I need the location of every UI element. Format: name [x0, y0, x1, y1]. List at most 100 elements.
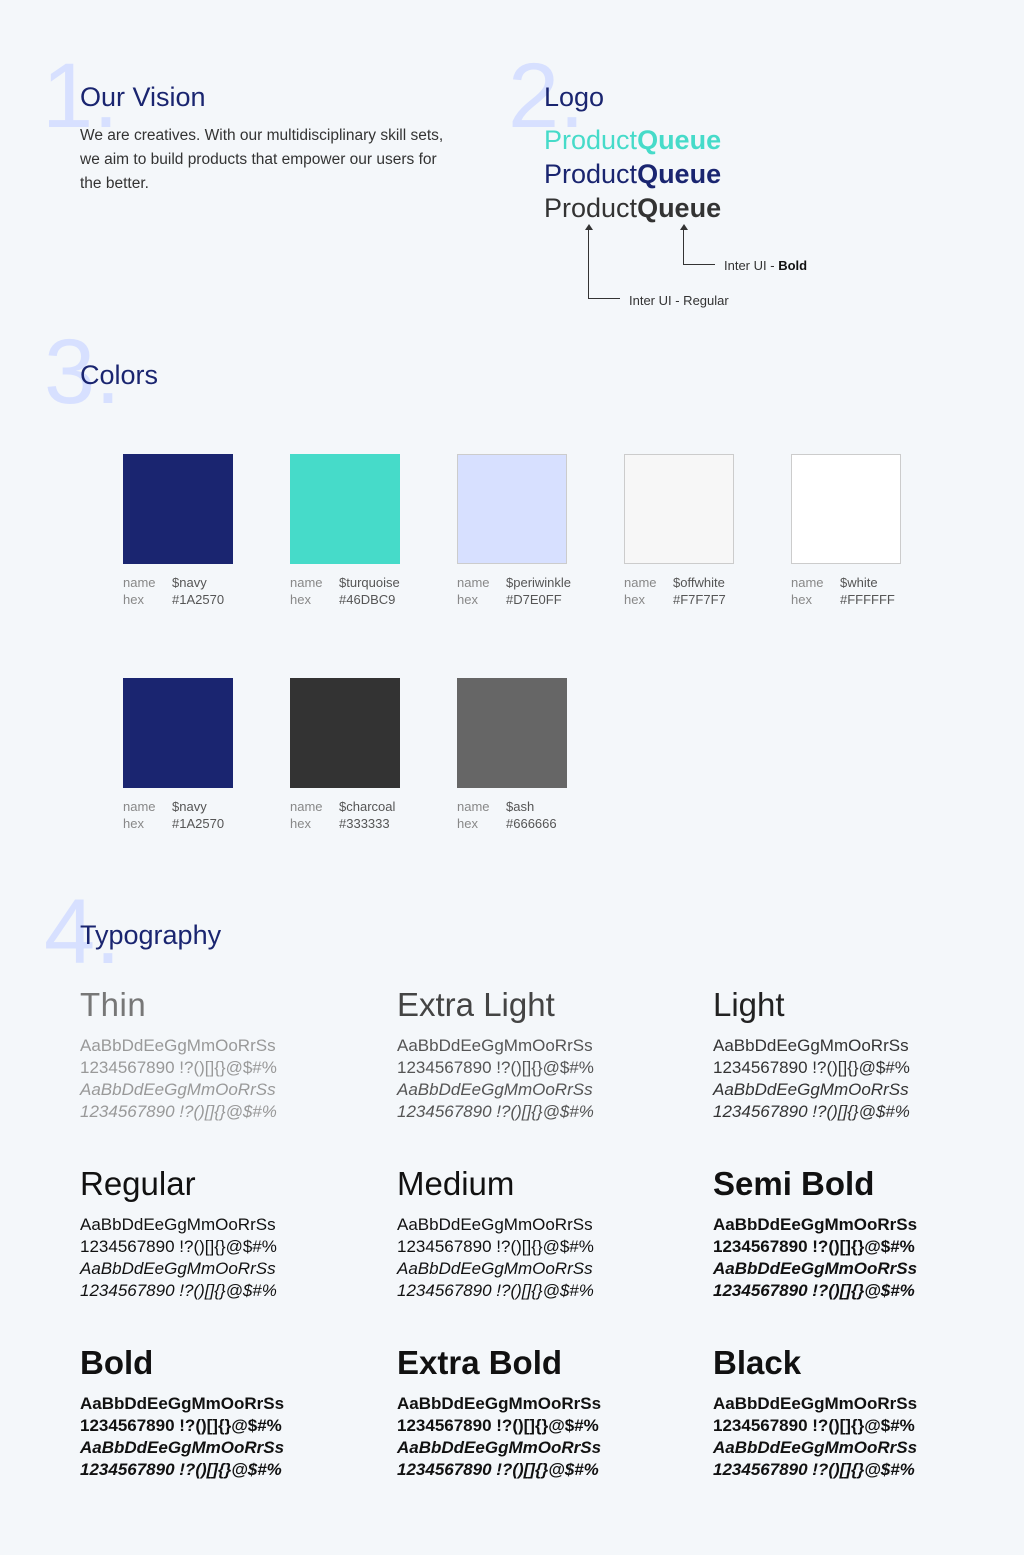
swatch-info: name $offwhite hex #F7F7F7 — [624, 574, 726, 608]
annotation-line — [588, 229, 589, 299]
sample-symbols: 1234567890 !?()[]{}@$#% — [397, 1416, 599, 1435]
swatch-name-value: $charcoal — [339, 799, 396, 814]
sample-symbols-italic: 1234567890 !?()[]{}@$#% — [80, 1102, 277, 1121]
swatch-name-label: name — [791, 575, 824, 590]
sample-symbols-italic: 1234567890 !?()[]{}@$#% — [397, 1281, 594, 1300]
vision-text: We are creatives. With our multidiscipli… — [80, 127, 444, 192]
sample-symbols-italic: 1234567890 !?()[]{}@$#% — [713, 1102, 910, 1121]
weight-sample: AaBbDdEeGgMmOoRrSs 1234567890 !?()[]{}@$#… — [713, 1035, 1013, 1123]
swatch-name-label: name — [457, 799, 490, 814]
weight-name: Light — [713, 986, 785, 1023]
sample-letters-italic: AaBbDdEeGgMmOoRrSs — [80, 1259, 276, 1278]
annotation-bold-prefix: Inter UI - — [724, 258, 779, 273]
sample-symbols: 1234567890 !?()[]{}@$#% — [80, 1058, 277, 1077]
sample-letters: AaBbDdEeGgMmOoRrSs — [713, 1215, 918, 1234]
swatch-name-value: $ash — [506, 799, 535, 814]
color-swatch — [791, 454, 901, 564]
weight-name: Regular — [80, 1165, 196, 1202]
type-specimen: Extra Light AaBbDdEeGgMmOoRrSs 1234567890 … — [397, 988, 697, 1123]
arrow-up-icon — [585, 224, 593, 230]
color-swatch — [290, 678, 400, 788]
sample-letters: AaBbDdEeGgMmOoRrSs — [713, 1036, 909, 1055]
sample-letters-italic: AaBbDdEeGgMmOoRrSs — [397, 1080, 593, 1099]
swatch-hex-value: #666666 — [506, 816, 557, 831]
logo-product-text: Product — [544, 125, 638, 155]
sample-letters-italic: AaBbDdEeGgMmOoRrSs — [713, 1438, 918, 1457]
sample-letters: AaBbDdEeGgMmOoRrSs — [80, 1036, 276, 1055]
sample-symbols: 1234567890 !?()[]{}@$#% — [713, 1237, 915, 1256]
weight-sample: AaBbDdEeGgMmOoRrSs 1234567890 !?()[]{}@$#… — [397, 1214, 697, 1302]
annotation-bold-weight: Bold — [778, 258, 808, 273]
vision-title: Our Vision — [80, 82, 206, 112]
logo-queue-text: Queue — [637, 159, 722, 189]
logo-queue-text: Queue — [637, 193, 722, 223]
swatch-name-label: name — [457, 575, 490, 590]
swatch-hex-value: #F7F7F7 — [673, 592, 726, 607]
sample-symbols-italic: 1234567890 !?()[]{}@$#% — [80, 1281, 277, 1300]
swatch-hex-value: #D7E0FF — [506, 592, 562, 607]
sample-symbols: 1234567890 !?()[]{}@$#% — [713, 1058, 910, 1077]
swatch-hex-label: hex — [457, 592, 478, 607]
weight-sample: AaBbDdEeGgMmOoRrSs 1234567890 !?()[]{}@$#… — [713, 1393, 1013, 1481]
type-specimen: Light AaBbDdEeGgMmOoRrSs 1234567890 !?()[]… — [713, 988, 1013, 1123]
sample-symbols: 1234567890 !?()[]{}@$#% — [397, 1237, 594, 1256]
annotation-line — [683, 229, 684, 265]
colors-title: Colors — [80, 360, 159, 390]
weight-name: Extra Bold — [397, 1344, 563, 1381]
swatch-hex-value: #FFFFFF — [840, 592, 895, 607]
sample-symbols: 1234567890 !?()[]{}@$#% — [80, 1237, 277, 1256]
type-specimen: Black AaBbDdEeGgMmOoRrSs 1234567890 !?()[]… — [713, 1346, 1013, 1481]
sample-symbols: 1234567890 !?()[]{}@$#% — [713, 1416, 915, 1435]
logo-product-text: Product — [544, 159, 638, 189]
sample-letters-italic: AaBbDdEeGgMmOoRrSs — [397, 1259, 593, 1278]
swatch-hex-label: hex — [457, 816, 478, 831]
swatch-name-value: $navy — [172, 799, 207, 814]
swatch-info: name $white hex #FFFFFF — [791, 574, 895, 608]
swatch-name-label: name — [123, 575, 156, 590]
sample-letters: AaBbDdEeGgMmOoRrSs — [397, 1215, 593, 1234]
logo-title: Logo — [544, 82, 605, 112]
swatch-info: name $turquoise hex #46DBC9 — [290, 574, 400, 608]
weight-name: Medium — [397, 1165, 515, 1202]
sample-letters: AaBbDdEeGgMmOoRrSs — [80, 1394, 285, 1413]
sample-letters-italic: AaBbDdEeGgMmOoRrSs — [80, 1438, 285, 1457]
weight-name: Semi Bold — [713, 1165, 875, 1202]
swatch-info: name $periwinkle hex #D7E0FF — [457, 574, 571, 608]
sample-symbols-italic: 1234567890 !?()[]{}@$#% — [397, 1460, 599, 1479]
sample-letters-italic: AaBbDdEeGgMmOoRrSs — [397, 1438, 602, 1457]
sample-letters: AaBbDdEeGgMmOoRrSs — [397, 1394, 602, 1413]
sample-symbols-italic: 1234567890 !?()[]{}@$#% — [713, 1281, 915, 1300]
arrow-up-icon — [680, 224, 688, 230]
logo-product-text: Product — [544, 193, 638, 223]
type-specimen: Thin AaBbDdEeGgMmOoRrSs 1234567890 !?()[]{… — [80, 988, 380, 1123]
color-swatch — [290, 454, 400, 564]
swatch-name-value: $white — [840, 575, 878, 590]
annotation-bold: Inter UI - Bold — [724, 258, 807, 273]
weight-sample: AaBbDdEeGgMmOoRrSs 1234567890 !?()[]{}@$#… — [397, 1035, 697, 1123]
sample-symbols: 1234567890 !?()[]{}@$#% — [80, 1416, 282, 1435]
swatch-hex-value: #1A2570 — [172, 816, 225, 831]
swatch-hex-value: #1A2570 — [172, 592, 225, 607]
weight-sample: AaBbDdEeGgMmOoRrSs 1234567890 !?()[]{}@$#… — [397, 1393, 697, 1481]
annotation-line — [683, 264, 715, 265]
swatch-name-value: $offwhite — [673, 575, 725, 590]
sample-symbols: 1234567890 !?()[]{}@$#% — [397, 1058, 594, 1077]
swatch-name-value: $periwinkle — [506, 575, 572, 590]
annotation-regular: Inter UI - Regular — [629, 293, 729, 308]
swatch-name-value: $navy — [172, 575, 207, 590]
color-swatch — [624, 454, 734, 564]
weight-sample: AaBbDdEeGgMmOoRrSs 1234567890 !?()[]{}@$#… — [80, 1214, 380, 1302]
swatch-info: name $navy hex #1A2570 — [123, 574, 224, 608]
color-swatch — [123, 678, 233, 788]
swatch-name-label: name — [123, 799, 156, 814]
swatch-name-value: $turquoise — [339, 575, 400, 590]
logo-turquoise: ProductQueue — [544, 127, 721, 154]
swatch-info: name $ash hex #666666 — [457, 798, 557, 832]
swatch-hex-label: hex — [123, 592, 144, 607]
swatch-name-label: name — [290, 799, 323, 814]
sample-letters-italic: AaBbDdEeGgMmOoRrSs — [713, 1080, 909, 1099]
sample-letters-italic: AaBbDdEeGgMmOoRrSs — [80, 1080, 276, 1099]
weight-sample: AaBbDdEeGgMmOoRrSs 1234567890 !?()[]{}@$#… — [80, 1035, 380, 1123]
annotation-line — [588, 298, 620, 299]
swatch-name-label: name — [290, 575, 323, 590]
